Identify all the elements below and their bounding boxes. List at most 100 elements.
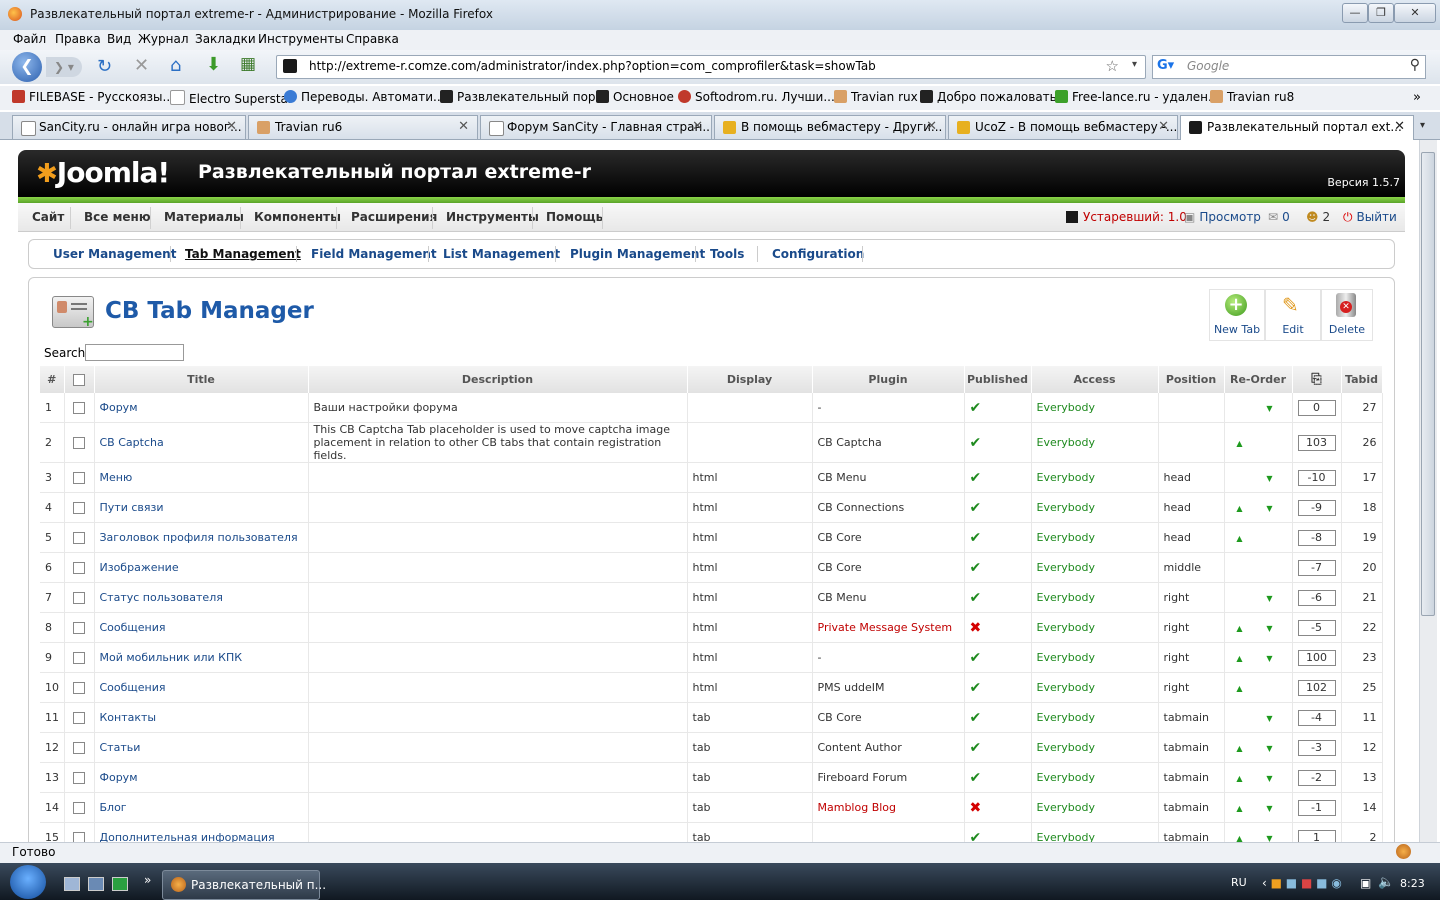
browser-tab[interactable]: Travian ru6 ✕ bbox=[248, 115, 478, 139]
sync-icon[interactable]: ▦ bbox=[240, 54, 256, 74]
published-check-icon[interactable]: ✔ bbox=[970, 590, 982, 606]
menu-bookmarks[interactable]: Закладки bbox=[195, 32, 256, 46]
order-input[interactable]: 0 bbox=[1297, 399, 1336, 416]
logout-link[interactable]: ⏻ Выйти bbox=[1343, 210, 1397, 225]
row-checkbox[interactable] bbox=[73, 437, 85, 449]
tray-icons[interactable]: ‹ ■ ■ ■ ■ ◉ bbox=[1262, 876, 1342, 890]
submenu-plugin-management[interactable]: Plugin Management bbox=[570, 247, 705, 261]
row-access[interactable]: Everybody bbox=[1031, 792, 1159, 823]
bookmark-item[interactable]: Travian rux bbox=[834, 90, 918, 104]
submenu-user-management[interactable]: User Management bbox=[53, 247, 176, 261]
published-check-icon[interactable]: ✔ bbox=[970, 470, 982, 486]
column-position[interactable]: Position bbox=[1158, 366, 1225, 393]
move-down-icon[interactable]: ▼ bbox=[1255, 594, 1285, 603]
move-down-icon[interactable]: ▼ bbox=[1255, 404, 1285, 413]
move-down-icon[interactable]: ▼ bbox=[1255, 504, 1285, 513]
move-down-icon[interactable]: ▼ bbox=[1255, 744, 1285, 753]
order-input[interactable]: 102 bbox=[1297, 679, 1336, 696]
search-icon[interactable]: ⚲ bbox=[1410, 57, 1420, 73]
search-input[interactable] bbox=[85, 344, 184, 361]
move-up-icon[interactable]: ▲ bbox=[1225, 744, 1255, 753]
column-reorder[interactable]: Re-Order bbox=[1224, 366, 1293, 393]
row-checkbox[interactable] bbox=[73, 562, 85, 574]
menu-tools[interactable]: Инструменты bbox=[258, 32, 344, 46]
clock[interactable]: 8:23 bbox=[1400, 877, 1425, 890]
maximize-button[interactable]: ❐ bbox=[1368, 3, 1394, 23]
row-checkbox[interactable] bbox=[73, 402, 85, 414]
row-access[interactable]: Everybody bbox=[1031, 552, 1159, 583]
published-check-icon[interactable]: ✔ bbox=[970, 710, 982, 726]
row-access[interactable]: Everybody bbox=[1031, 672, 1159, 703]
row-access[interactable]: Everybody bbox=[1031, 732, 1159, 763]
admin-menu-site[interactable]: Сайт bbox=[32, 210, 64, 224]
close-tab-icon[interactable]: ✕ bbox=[1158, 119, 1169, 134]
menu-file[interactable]: Файл bbox=[13, 32, 46, 46]
move-up-icon[interactable]: ▲ bbox=[1225, 624, 1255, 633]
column-display[interactable]: Display bbox=[687, 366, 813, 393]
browser-tab[interactable]: В помощь вебмастеру - Други... ✕ bbox=[714, 115, 946, 139]
submenu-tools[interactable]: Tools bbox=[710, 247, 744, 261]
order-input[interactable]: -4 bbox=[1297, 709, 1336, 726]
bookmark-item[interactable]: Electro Superstar bbox=[170, 90, 293, 106]
order-input[interactable]: -2 bbox=[1297, 769, 1336, 786]
row-access[interactable]: Everybody bbox=[1031, 462, 1159, 493]
column-access[interactable]: Access bbox=[1031, 366, 1159, 393]
order-input[interactable]: -6 bbox=[1297, 589, 1336, 606]
order-input[interactable]: -9 bbox=[1297, 499, 1336, 516]
bookmark-item[interactable]: Travian ru8 bbox=[1210, 90, 1294, 104]
published-check-icon[interactable]: ✔ bbox=[970, 650, 982, 666]
language-indicator[interactable]: RU bbox=[1231, 876, 1247, 889]
stop-icon[interactable]: ✕ bbox=[134, 55, 149, 76]
browser-tab-active[interactable]: Развлекательный портал ext... ✕ bbox=[1180, 115, 1414, 140]
bookmark-item[interactable]: Softodrom.ru. Лучши... bbox=[678, 90, 835, 104]
row-title-link[interactable]: Форум bbox=[94, 393, 309, 423]
row-checkbox[interactable] bbox=[73, 592, 85, 604]
row-access[interactable]: Everybody bbox=[1031, 522, 1159, 553]
move-down-icon[interactable]: ▼ bbox=[1255, 804, 1285, 813]
submenu-field-management[interactable]: Field Management bbox=[311, 247, 437, 261]
close-tab-icon[interactable]: ✕ bbox=[692, 119, 703, 134]
column-tabid[interactable]: Tabid bbox=[1341, 366, 1383, 393]
row-title-link[interactable]: Сообщения bbox=[94, 612, 309, 643]
browser-tab[interactable]: SanCity.ru - онлайн игра новог... ✕ bbox=[12, 115, 246, 139]
download-icon[interactable]: ⬇ bbox=[206, 54, 221, 75]
row-checkbox[interactable] bbox=[73, 472, 85, 484]
admin-menu-help[interactable]: Помощь bbox=[546, 210, 603, 224]
edit-button[interactable]: ✎ Edit bbox=[1265, 289, 1321, 341]
tab-list-icon[interactable]: ▾ bbox=[1420, 120, 1425, 131]
browser-search-box[interactable]: G▾ Google ⚲ bbox=[1152, 55, 1426, 79]
browser-tab[interactable]: UcoZ - В помощь вебмастеру -... ✕ bbox=[948, 115, 1178, 139]
admin-menu-tools[interactable]: Инструменты bbox=[446, 210, 539, 224]
order-input[interactable]: -8 bbox=[1297, 529, 1336, 546]
select-all-checkbox[interactable] bbox=[73, 374, 85, 386]
column-published[interactable]: Published bbox=[964, 366, 1032, 393]
row-plugin[interactable]: Private Message System bbox=[812, 612, 965, 643]
admin-menu-components[interactable]: Компоненты bbox=[254, 210, 341, 224]
order-input[interactable]: -10 bbox=[1297, 469, 1336, 486]
admin-menu-extensions[interactable]: Расширения bbox=[351, 210, 437, 224]
row-checkbox[interactable] bbox=[73, 712, 85, 724]
published-check-icon[interactable]: ✔ bbox=[970, 500, 982, 516]
quicklaunch-app-icon[interactable] bbox=[112, 877, 128, 891]
unpublished-x-icon[interactable]: ✖ bbox=[970, 620, 982, 636]
move-up-icon[interactable]: ▲ bbox=[1225, 684, 1255, 693]
home-icon[interactable]: ⌂ bbox=[170, 55, 181, 76]
column-description[interactable]: Description bbox=[308, 366, 688, 393]
bookmarks-overflow-icon[interactable]: » bbox=[1413, 90, 1421, 105]
column-plugin[interactable]: Plugin bbox=[812, 366, 965, 393]
published-check-icon[interactable]: ✔ bbox=[970, 740, 982, 756]
menu-history[interactable]: Журнал bbox=[138, 32, 189, 46]
row-access[interactable]: Everybody bbox=[1031, 422, 1159, 463]
row-title-link[interactable]: Изображение bbox=[94, 552, 309, 583]
move-down-icon[interactable]: ▼ bbox=[1255, 624, 1285, 633]
admin-menu-menus[interactable]: Все меню bbox=[84, 210, 150, 224]
show-desktop-icon[interactable] bbox=[64, 877, 80, 891]
row-title-link[interactable]: Контакты bbox=[94, 702, 309, 733]
start-button[interactable] bbox=[10, 865, 46, 899]
row-checkbox[interactable] bbox=[73, 652, 85, 664]
row-title-link[interactable]: Заголовок профиля пользователя bbox=[94, 522, 309, 553]
order-input[interactable]: 103 bbox=[1297, 434, 1336, 451]
browser-tab[interactable]: Форум SanCity - Главная стран... ✕ bbox=[480, 115, 712, 139]
column-title[interactable]: Title bbox=[94, 366, 309, 393]
move-up-icon[interactable]: ▲ bbox=[1225, 504, 1255, 513]
